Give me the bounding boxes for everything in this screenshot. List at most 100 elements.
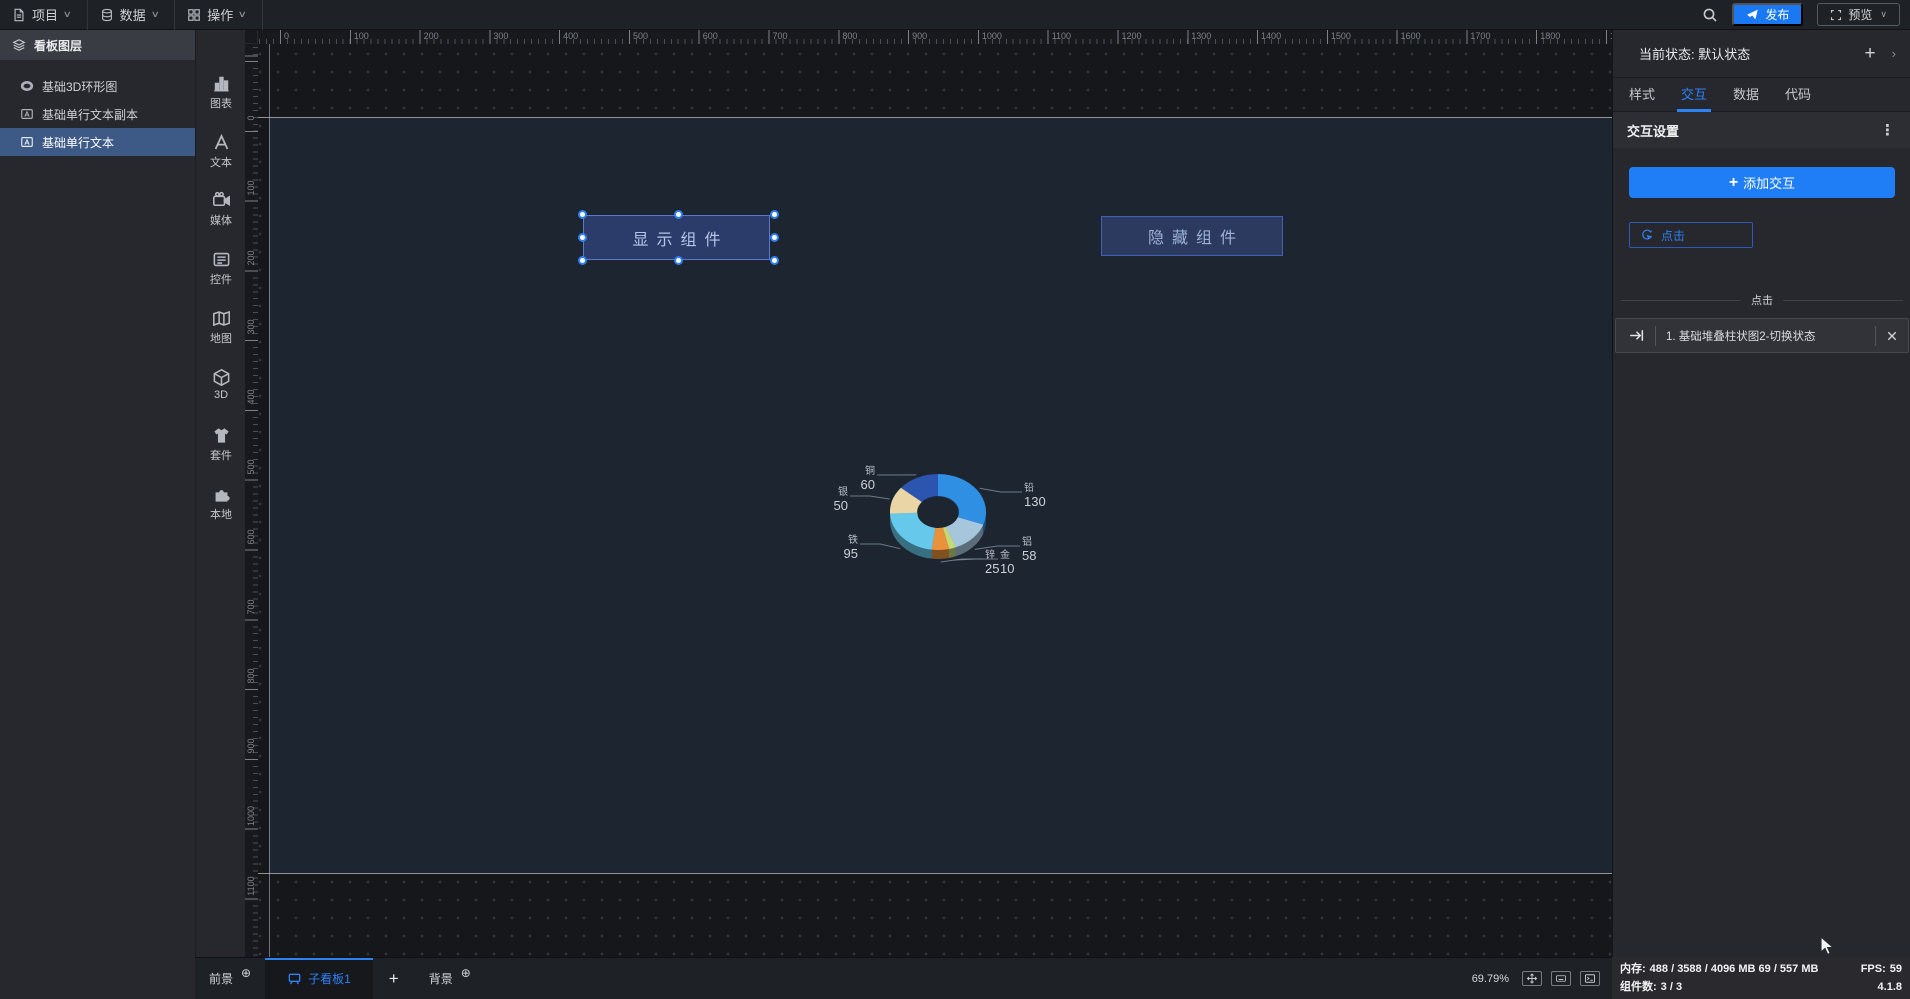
more-options-icon[interactable]: ⋮ — [1880, 121, 1896, 139]
add-interaction-button[interactable]: + 添加交互 — [1629, 167, 1895, 198]
donut-icon — [20, 79, 34, 93]
toolbox-item-媒体[interactable]: 媒体 — [196, 191, 246, 228]
ruler-v-label: 200 — [246, 243, 256, 273]
canvas-area[interactable]: 0100200300400500600700800900100011001200… — [245, 30, 1612, 957]
shortcut-keys-button[interactable] — [1551, 971, 1571, 986]
ruler-h-label: 0 — [284, 31, 289, 41]
add-state-icon[interactable]: + — [1865, 43, 1876, 65]
fit-screen-button[interactable] — [1522, 971, 1542, 986]
menu-label: 项目 — [32, 5, 58, 24]
resize-handle[interactable] — [770, 210, 779, 219]
suite-icon — [196, 426, 246, 445]
chevron-right-icon[interactable]: › — [1892, 46, 1896, 61]
memory-row: 内存:488 / 3588 / 4096 MB 69 / 557 MB FPS:… — [1620, 960, 1902, 978]
ruler-v-label: 800 — [246, 661, 256, 691]
console-button[interactable] — [1580, 971, 1600, 986]
local-icon — [196, 485, 246, 504]
add-foreground-icon[interactable]: ⊕ — [241, 966, 251, 980]
layer-item[interactable]: 基础单行文本 — [0, 128, 195, 156]
ruler-v-label: 400 — [246, 382, 256, 412]
layer-item[interactable]: 基础3D环形图 — [0, 72, 195, 100]
memory-label: 内存: — [1620, 963, 1646, 975]
divider-label: 点击 — [1751, 292, 1773, 308]
layer-label: 基础单行文本 — [42, 134, 114, 151]
toolbox-item-地图[interactable]: 地图 — [196, 309, 246, 346]
toolbox-item-本地[interactable]: 本地 — [196, 485, 246, 522]
interaction-action-row[interactable]: 1. 基础堆叠柱状图2-切换状态 — [1615, 318, 1909, 353]
toolbox-item-3D[interactable]: 3D — [196, 368, 246, 401]
switch-state-icon — [1616, 327, 1655, 344]
layers-panel-header: 看板图层 — [0, 30, 195, 60]
state-label: 当前状态: — [1639, 44, 1695, 63]
remove-action-button[interactable] — [1876, 330, 1908, 342]
toolbox-label: 图表 — [196, 95, 246, 111]
chart-label-铁: 铁95 — [824, 535, 858, 561]
resize-handle[interactable] — [674, 256, 683, 265]
toolbox-item-文本[interactable]: 文本 — [196, 133, 246, 170]
ruler-h-label: 800 — [842, 31, 857, 41]
hide-component-button[interactable]: 隐藏组件 — [1101, 216, 1283, 256]
panel-tab-交互[interactable]: 交互 — [1681, 84, 1707, 112]
ruler-h-label: 700 — [773, 31, 788, 41]
subboard-tab[interactable]: 子看板1 — [265, 958, 373, 999]
ruler-v-label: 0 — [246, 103, 256, 133]
ruler-h-label: 1800 — [1540, 31, 1560, 41]
resize-handle[interactable] — [770, 233, 779, 242]
toolbox-label: 3D — [196, 389, 246, 401]
add-subboard-button[interactable]: + — [373, 969, 415, 989]
zoom-level: 69.79% — [1472, 973, 1509, 985]
media-icon — [196, 191, 246, 210]
menu-project[interactable]: 项目 ∨ — [0, 0, 88, 30]
toolbox-item-控件[interactable]: 控件 — [196, 250, 246, 287]
resize-handle[interactable] — [674, 210, 683, 219]
ruler-h-label: 600 — [703, 31, 718, 41]
toolbox-item-套件[interactable]: 套件 — [196, 426, 246, 463]
trigger-divider: 点击 — [1621, 292, 1903, 308]
menu-label: 操作 — [207, 5, 233, 24]
layer-label: 基础3D环形图 — [42, 78, 117, 95]
ruler-h-label: 300 — [493, 31, 508, 41]
ruler-h-label: 1200 — [1121, 31, 1141, 41]
ruler-v-label: 1000 — [246, 801, 256, 831]
topbar-right: 发布 预览 ∨ — [1702, 3, 1910, 26]
menu-data[interactable]: 数据∨ — [88, 0, 176, 30]
chart-icon — [196, 74, 246, 93]
widget-icon — [196, 250, 246, 269]
state-value: 默认状态 — [1698, 44, 1750, 63]
ruler-v-label: 1100 — [246, 871, 256, 901]
ruler-h-label: 1400 — [1261, 31, 1281, 41]
bottombar-right: 69.79% — [1472, 971, 1612, 986]
panel-tab-样式[interactable]: 样式 — [1629, 84, 1655, 112]
horizontal-ruler: 0100200300400500600700800900100011001200… — [258, 30, 1612, 44]
components-row: 组件数:3 / 3 4.1.8 — [1620, 978, 1902, 996]
layer-item[interactable]: 基础单行文本副本 — [0, 100, 195, 128]
publish-button[interactable]: 发布 — [1732, 3, 1803, 26]
resize-handle[interactable] — [578, 210, 587, 219]
click-trigger-button[interactable]: 点击 — [1629, 222, 1753, 248]
menu-action[interactable]: 操作∨ — [175, 0, 263, 30]
panel-tab-数据[interactable]: 数据 — [1733, 84, 1759, 112]
resize-handle[interactable] — [578, 256, 587, 265]
foreground-tab[interactable]: 前景 ⊕ — [195, 958, 265, 999]
action-label: 1. 基础堆叠柱状图2-切换状态 — [1656, 328, 1875, 344]
artboard-bottom-edge — [258, 873, 1612, 874]
toolbox-item-图表[interactable]: 图表 — [196, 74, 246, 111]
ruler-h-label: 500 — [633, 31, 648, 41]
layer-list: 基础3D环形图基础单行文本副本基础单行文本 — [0, 72, 195, 156]
add-background-icon[interactable]: ⊕ — [461, 966, 471, 980]
plus-icon: + — [1729, 174, 1738, 192]
chart-label-铅: 铅130 — [1024, 483, 1058, 509]
show-component-button[interactable]: 显示组件 — [583, 215, 770, 260]
preview-button[interactable]: 预览 ∨ — [1817, 3, 1900, 26]
search-icon[interactable] — [1702, 7, 1718, 23]
bottom-tab-bar: 前景 ⊕ 子看板1 + 背景 ⊕ 69.79% — [195, 957, 1612, 999]
background-tab[interactable]: 背景 ⊕ — [415, 958, 485, 999]
donut-chart-3d[interactable]: 铅130铝58金10锌25铁95银50铜60 — [804, 435, 1074, 585]
chevron-down-icon: ∨ — [63, 9, 72, 20]
panel-tab-代码[interactable]: 代码 — [1785, 84, 1811, 112]
resize-handle[interactable] — [770, 256, 779, 265]
show-component-selection: 显示组件 — [578, 210, 775, 265]
chart-label-铜: 铜60 — [841, 466, 875, 492]
resize-handle[interactable] — [578, 233, 587, 242]
ruler-v-label: 300 — [246, 312, 256, 342]
